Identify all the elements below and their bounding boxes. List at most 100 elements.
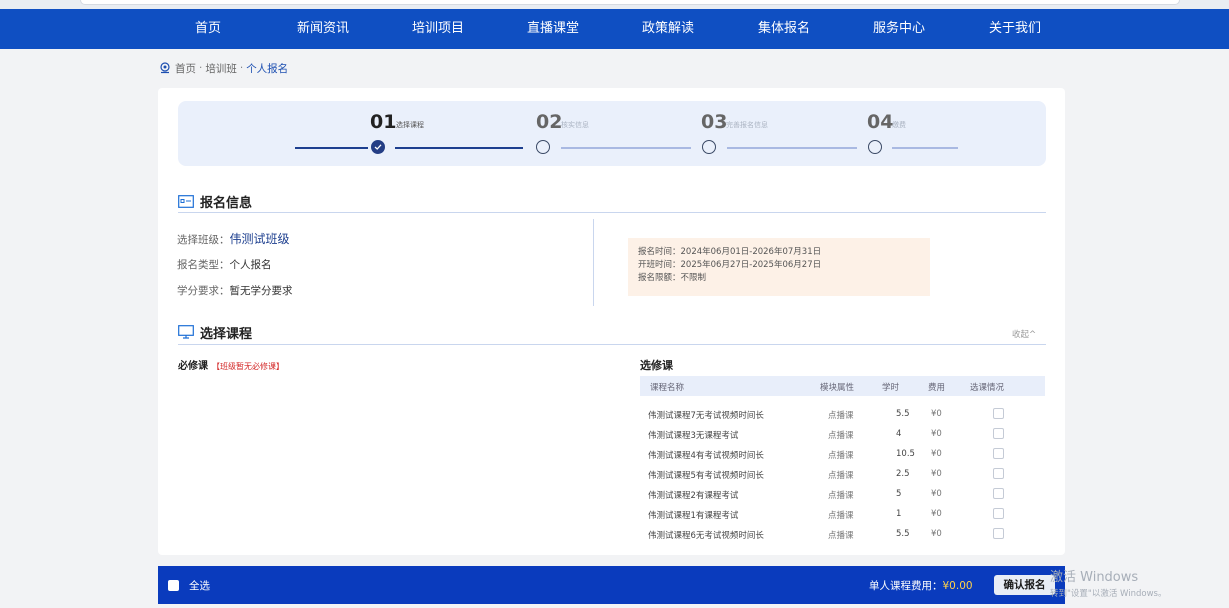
course-checkbox[interactable]: [993, 428, 1004, 439]
course-name: 伟测试课程2有课程考试: [648, 491, 739, 501]
breadcrumb-home[interactable]: 首页: [175, 61, 196, 76]
required-title: 必修课: [178, 361, 208, 372]
course-checkbox[interactable]: [993, 508, 1004, 519]
course-name: 伟测试课程3无课程考试: [648, 431, 739, 441]
watermark-subtitle: 转到"设置"以激活 Windows。: [1050, 589, 1167, 599]
course-module: 点播课: [828, 411, 854, 421]
course-checkbox[interactable]: [993, 528, 1004, 539]
select-course-title: 选择课程: [200, 326, 253, 342]
course-fee: ¥0: [931, 489, 942, 499]
step-line: [295, 147, 368, 149]
course-fee: ¥0: [931, 449, 942, 459]
step-4-label: 缴费: [892, 121, 906, 129]
course-fee: ¥0: [931, 469, 942, 479]
signup-quota: 报名限额：不限制: [638, 273, 707, 283]
course-name: 伟测试课程7无考试视频时间长: [648, 411, 764, 421]
step-3-label: 完善报名信息: [726, 121, 768, 129]
select-all-checkbox[interactable]: [168, 580, 179, 591]
class-value: 伟测试班级: [229, 232, 290, 246]
select-all-label: 全选: [189, 580, 210, 592]
vertical-divider: [593, 219, 594, 306]
course-checkbox[interactable]: [993, 408, 1004, 419]
confirm-signup-button[interactable]: 确认报名: [994, 575, 1055, 595]
class-time: 开班时间：2025年06月27日-2025年06月27日: [638, 260, 822, 270]
step-line: [892, 147, 958, 149]
course-module: 点播课: [828, 491, 854, 501]
table-row: 伟测试课程2有课程考试 点播课 5 ¥0: [640, 485, 1045, 505]
nav-policy[interactable]: 政策解读: [618, 9, 718, 49]
course-name: 伟测试课程5有考试视频时间长: [648, 471, 764, 481]
footer-bar: 全选 单人课程费用：¥0.00 确认报名: [158, 566, 1065, 604]
table-row: 伟测试课程7无考试视频时间长 点播课 5.5 ¥0: [640, 405, 1045, 425]
col-module: 模块属性: [820, 383, 855, 393]
nav-home[interactable]: 首页: [158, 9, 258, 49]
nav-group-signup[interactable]: 集体报名: [734, 9, 834, 49]
signup-info-header: 报名信息: [178, 191, 252, 211]
breadcrumb-separator: ·: [199, 62, 203, 74]
credit-label: 学分要求：: [177, 285, 230, 297]
nav-news[interactable]: 新闻资讯: [273, 9, 373, 49]
step-1-done-icon: [371, 140, 385, 154]
breadcrumb-current: 个人报名: [246, 62, 289, 75]
col-hours: 学时: [882, 383, 900, 393]
location-pin-icon: [160, 62, 170, 74]
course-hours: 2.5: [896, 469, 910, 479]
table-row: 伟测试课程6无考试视频时间长 点播课 5.5 ¥0: [640, 525, 1045, 545]
credit-value: 暂无学分要求: [229, 285, 293, 297]
course-module: 点播课: [828, 431, 854, 441]
type-info: 报名类型：个人报名: [177, 257, 272, 272]
course-module: 点播课: [828, 451, 854, 461]
step-2-label: 核实信息: [561, 121, 589, 129]
course-name: 伟测试课程4有考试视频时间长: [648, 451, 764, 461]
nav-about[interactable]: 关于我们: [965, 9, 1065, 49]
fee-amount: ¥0.00: [942, 580, 973, 592]
course-checkbox[interactable]: [993, 488, 1004, 499]
credit-info: 学分要求：暂无学分要求: [177, 283, 293, 298]
select-all[interactable]: 全选: [168, 578, 210, 593]
id-card-icon: [178, 194, 194, 208]
main-nav: 首页 新闻资讯 培训项目 直播课堂 政策解读 集体报名 服务中心 关于我们: [0, 9, 1229, 49]
course-fee-summary: 单人课程费用：¥0.00: [869, 578, 973, 593]
nav-live[interactable]: 直播课堂: [503, 9, 603, 49]
required-note: 【班级暂无必修课】: [212, 362, 284, 371]
breadcrumb: 首页 · 培训班 · 个人报名: [159, 60, 288, 76]
course-hours: 10.5: [896, 449, 915, 459]
step-line: [395, 147, 523, 149]
nav-service[interactable]: 服务中心: [849, 9, 949, 49]
date-info-box: 报名时间：2024年06月01日-2026年07月31日 开班时间：2025年0…: [628, 238, 930, 296]
course-fee: ¥0: [931, 509, 942, 519]
section-divider: [178, 344, 1046, 345]
course-fee: ¥0: [931, 429, 942, 439]
course-hours: 5.5: [896, 409, 910, 419]
nav-training[interactable]: 培训项目: [388, 9, 488, 49]
monitor-icon: [178, 325, 194, 339]
step-4-number: 04: [867, 111, 894, 133]
course-checkbox[interactable]: [993, 468, 1004, 479]
table-row: 伟测试课程3无课程考试 点播课 4 ¥0: [640, 425, 1045, 445]
required-courses: 必修课 【班级暂无必修课】: [178, 357, 284, 372]
course-checkbox[interactable]: [993, 448, 1004, 459]
step-2-circle-icon: [536, 140, 550, 154]
step-2-number: 02: [536, 111, 563, 133]
step-line: [561, 147, 691, 149]
watermark-title: 激活 Windows: [1050, 570, 1139, 585]
select-course-header: 选择课程: [178, 322, 252, 342]
optional-title: 选修课: [640, 359, 673, 372]
step-4-circle-icon: [868, 140, 882, 154]
course-name: 伟测试课程1有课程考试: [648, 511, 739, 521]
fee-label: 单人课程费用：: [869, 580, 943, 592]
windows-activation-watermark: 激活 Windows 转到"设置"以激活 Windows。: [1050, 566, 1166, 599]
type-label: 报名类型：: [177, 259, 230, 271]
course-hours: 1: [896, 509, 902, 519]
course-module: 点播课: [828, 511, 854, 521]
step-3-number: 03: [701, 111, 728, 133]
class-label: 选择班级：: [177, 234, 230, 246]
breadcrumb-training[interactable]: 培训班: [205, 61, 237, 76]
signup-info-title: 报名信息: [200, 195, 253, 211]
class-info: 选择班级：伟测试班级: [177, 230, 290, 247]
step-progress: 01 选择课程 02 核实信息 03 完善报名信息 04 缴费: [178, 101, 1046, 166]
collapse-toggle[interactable]: 收起^: [1012, 328, 1036, 340]
course-hours: 4: [896, 429, 902, 439]
step-1-label: 选择课程: [396, 121, 424, 129]
col-fee: 费用: [928, 383, 946, 393]
